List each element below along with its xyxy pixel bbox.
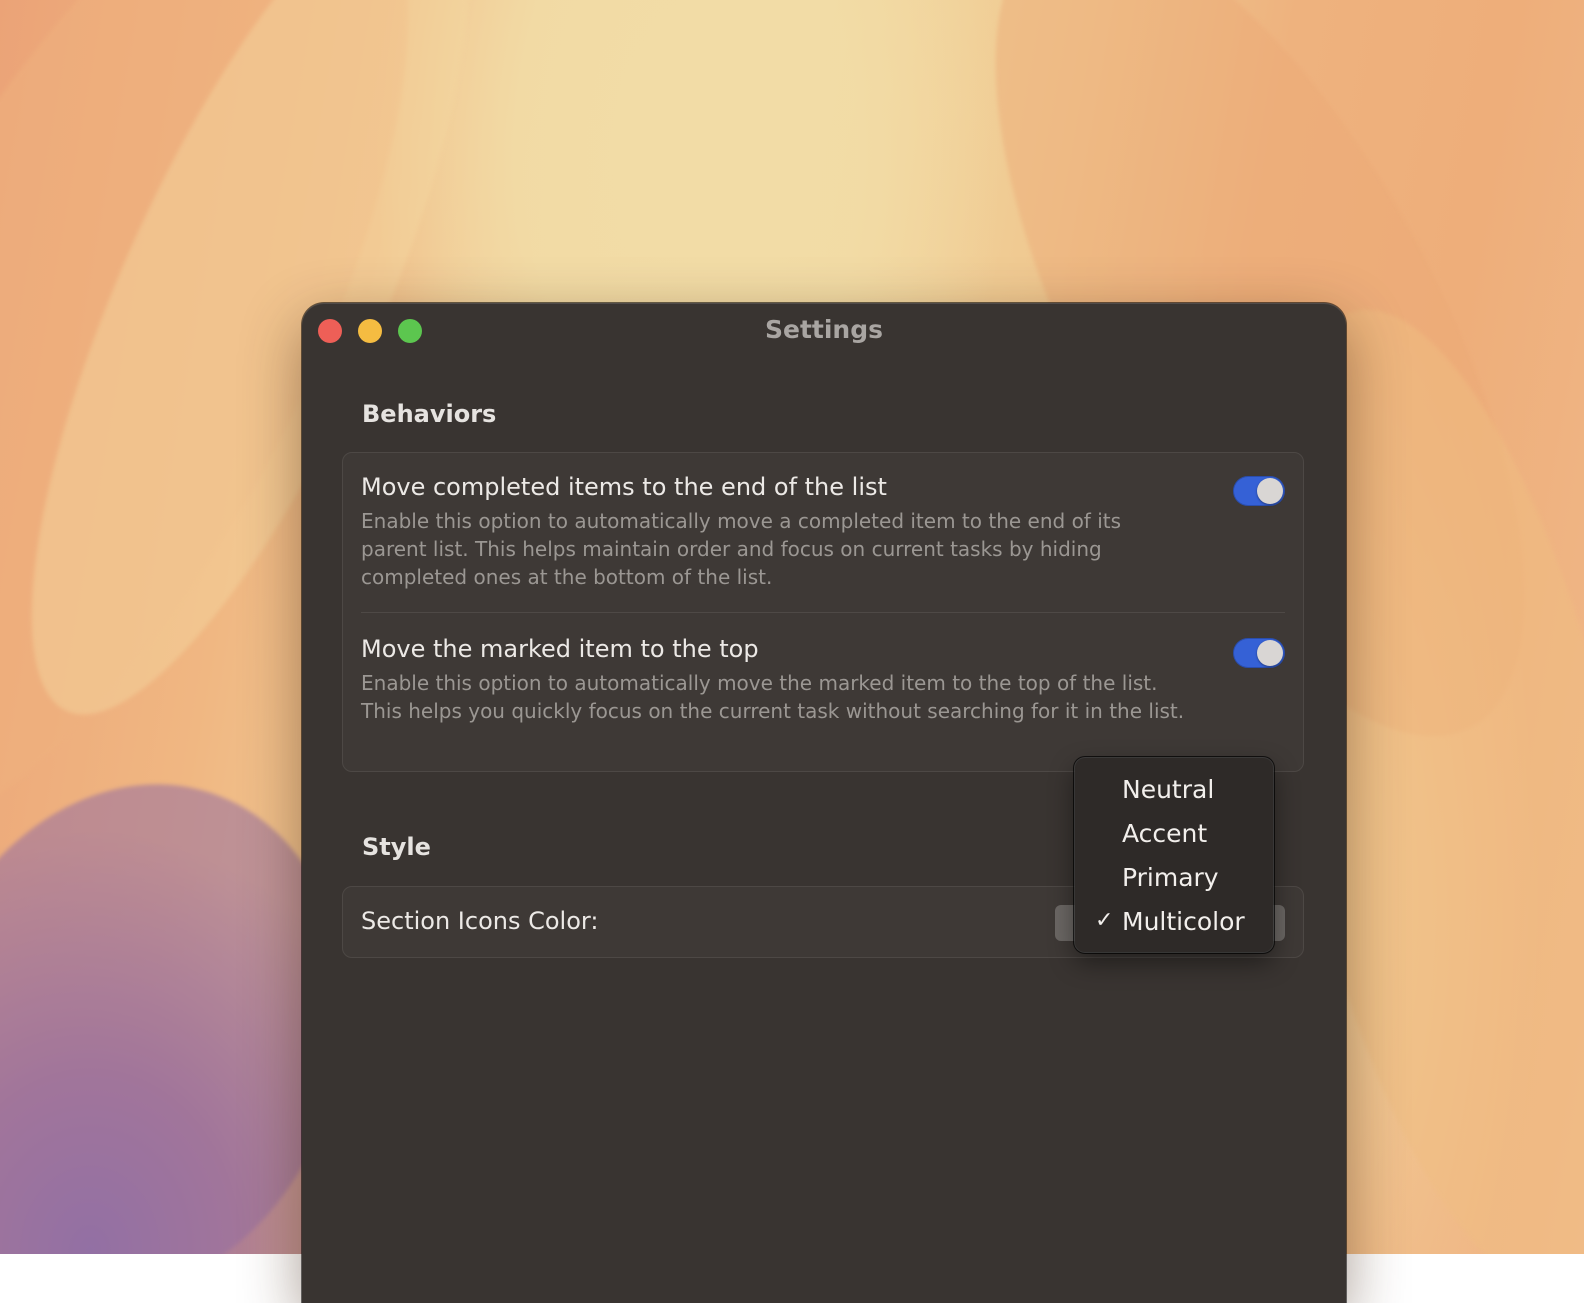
section-icons-color-label: Section Icons Color: — [361, 907, 599, 935]
menu-item-label: Accent — [1122, 819, 1208, 848]
completed-items-description: Enable this option to automatically move… — [361, 509, 1122, 589]
menu-item-label: Neutral — [1122, 775, 1215, 804]
checkmark-icon: ✓ — [1095, 908, 1114, 933]
menu-item-multicolor[interactable]: ✓ Multicolor — [1083, 902, 1265, 942]
menu-item-accent[interactable]: Accent — [1083, 814, 1265, 854]
toggle-knob — [1257, 640, 1283, 666]
move-completed-toggle[interactable] — [1233, 476, 1285, 506]
marked-item-title: Move the marked item to the top — [361, 635, 759, 663]
menu-item-label: Multicolor — [1122, 907, 1245, 936]
menu-item-neutral[interactable]: Neutral — [1083, 770, 1265, 810]
title-bar: Settings — [302, 303, 1346, 359]
behaviors-group: Move completed items to the end of the l… — [342, 452, 1304, 772]
move-marked-toggle[interactable] — [1233, 638, 1285, 668]
menu-item-label: Primary — [1122, 863, 1219, 892]
completed-items-title: Move completed items to the end of the l… — [361, 473, 887, 501]
style-heading: Style — [362, 833, 431, 861]
row-divider — [361, 612, 1285, 613]
section-icons-color-menu: Neutral Accent Primary ✓ Multicolor — [1075, 758, 1273, 952]
toggle-knob — [1257, 478, 1283, 504]
window-title: Settings — [764, 315, 883, 344]
behaviors-heading: Behaviors — [362, 400, 497, 428]
marked-item-description: Enable this option to automatically move… — [361, 671, 1185, 723]
menu-item-primary[interactable]: Primary — [1083, 858, 1265, 898]
